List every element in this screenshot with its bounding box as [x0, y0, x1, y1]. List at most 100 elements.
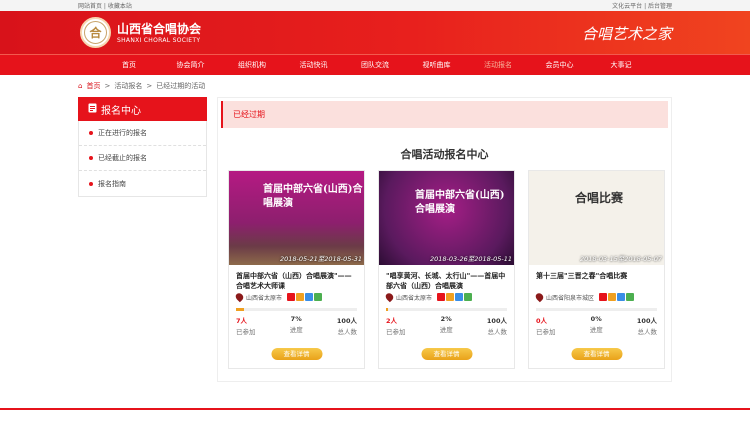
nav-item-events[interactable]: 大事记 [590, 55, 652, 75]
progress-bar [386, 308, 507, 311]
view-details-button[interactable]: 查看详情 [571, 348, 622, 360]
footer-divider [0, 408, 750, 410]
event-title[interactable]: 第十三届"三晋之春"合唱比赛 [529, 265, 664, 291]
location-text: 山西省太原市 [246, 294, 283, 302]
main-content: 已经过期 合唱活动报名中心 首届中部六省(山西)合唱展演 2018-05-21至… [217, 97, 672, 382]
joined-label: 已参加 [386, 328, 406, 336]
sidebar-header: 报名中心 [78, 97, 207, 121]
event-location: 山西省阳泉市城区 [529, 291, 664, 303]
total-label: 总人数 [487, 328, 507, 336]
joined-label: 已参加 [536, 328, 556, 336]
event-card[interactable]: 合唱比赛 2018-03-15至2018-05-07 第十三届"三晋之春"合唱比… [528, 170, 665, 369]
progress-label: 进度 [289, 326, 303, 334]
qq-icon[interactable] [455, 293, 464, 301]
event-card[interactable]: 首届中部六省(山西)合唱展演 2018-05-21至2018-05-31 首届中… [228, 170, 365, 369]
progress-label: 进度 [589, 326, 603, 334]
event-date-range: 2018-03-15至2018-05-07 [579, 255, 662, 263]
total-label: 总人数 [337, 328, 357, 336]
event-location: 山西省太原市 [229, 291, 364, 303]
breadcrumb-separator: > [146, 82, 153, 90]
location-text: 山西省阳泉市城区 [546, 294, 595, 302]
event-title[interactable]: "唱享黄河、长城、太行山"——首届中部六省（山西）合唱展演 [379, 265, 514, 291]
location-text: 山西省太原市 [396, 294, 433, 302]
sidebar-item-label: 报名指南 [98, 179, 126, 188]
document-icon [88, 103, 97, 116]
home-icon: ⌂ [78, 82, 83, 90]
site-name: 山西省合唱协会 [117, 22, 202, 36]
top-utility-bar: 网站首页 | 收藏本站 文化云平台 | 后台管理 [0, 0, 750, 11]
weibo-icon[interactable] [287, 293, 296, 301]
wechat-icon[interactable] [626, 293, 635, 301]
qzone-icon[interactable] [446, 293, 455, 301]
breadcrumb-level1[interactable]: 活动报名 [114, 81, 142, 91]
event-card[interactable]: 首届中部六省(山西)合唱展演 2018-03-26至2018-05-11 "唱享… [378, 170, 515, 369]
poster-text: 合唱比赛 [575, 191, 624, 205]
event-title[interactable]: 首届中部六省（山西）合唱展演"——合唱艺术大师课 [229, 265, 364, 291]
progress-value: 7% [290, 315, 302, 323]
joined-label: 已参加 [236, 328, 256, 336]
sidebar-item-guide[interactable]: 报名指南 [79, 171, 206, 196]
total-count: 100人 [336, 317, 357, 325]
nav-item-library[interactable]: 视听曲库 [406, 55, 468, 75]
progress-bar [536, 308, 657, 311]
event-date-range: 2018-03-26至2018-05-11 [429, 255, 512, 263]
sidebar-item-closed[interactable]: 已经截止的报名 [79, 146, 206, 171]
progress-label: 进度 [439, 326, 453, 334]
sidebar-item-label: 正在进行的报名 [98, 129, 147, 137]
nav-item-news[interactable]: 活动快讯 [283, 55, 345, 75]
qq-icon[interactable] [305, 293, 314, 301]
event-poster[interactable]: 首届中部六省(山西)合唱展演 2018-05-21至2018-05-31 [229, 171, 364, 265]
nav-item-organization[interactable]: 组织机构 [221, 55, 283, 75]
top-links-right[interactable]: 文化云平台 | 后台管理 [612, 1, 672, 10]
progress-value: 0% [590, 315, 602, 323]
qzone-icon[interactable] [608, 293, 617, 301]
event-poster[interactable]: 合唱比赛 2018-03-15至2018-05-07 [529, 171, 664, 265]
site-name-en: SHANXI CHORAL SOCIETY [117, 37, 201, 44]
site-slogan: 合唱艺术之家 [581, 25, 672, 43]
joined-count: 7人 [236, 317, 248, 325]
view-details-button[interactable]: 查看详情 [271, 348, 322, 360]
qq-icon[interactable] [617, 293, 626, 301]
poster-text: 首届中部六省(山西)合唱展演 [415, 190, 505, 215]
progress-bar [236, 308, 357, 311]
page-title: 合唱活动报名中心 [400, 148, 489, 161]
event-stats: 0人 已参加 0% 进度 100人 总人数 [529, 311, 664, 336]
nav-item-home[interactable]: 首页 [98, 55, 160, 75]
view-details-button[interactable]: 查看详情 [421, 348, 472, 360]
sidebar-list: 正在进行的报名 已经截止的报名 报名指南 [78, 121, 207, 197]
logo-icon[interactable]: 合 [80, 17, 111, 48]
progress-fill [236, 308, 245, 311]
card-list: 首届中部六省(山西)合唱展演 2018-05-21至2018-05-31 首届中… [228, 170, 665, 369]
wechat-icon[interactable] [314, 293, 323, 301]
qzone-icon[interactable] [296, 293, 305, 301]
nav-item-teams[interactable]: 团队交流 [344, 55, 406, 75]
event-date-range: 2018-05-21至2018-05-31 [279, 255, 362, 263]
top-links-left[interactable]: 网站首页 | 收藏本站 [78, 1, 132, 10]
section-header: 已经过期 [221, 101, 668, 128]
nav-item-about[interactable]: 协会简介 [160, 55, 222, 75]
sidebar-title: 报名中心 [101, 105, 141, 117]
breadcrumb-separator: > [104, 82, 111, 90]
total-count: 100人 [486, 317, 507, 325]
progress-value: 2% [440, 315, 452, 323]
weibo-icon[interactable] [437, 293, 446, 301]
sidebar-item-label: 已经截止的报名 [98, 154, 147, 162]
wechat-icon[interactable] [464, 293, 473, 301]
nav-item-members[interactable]: 会员中心 [529, 55, 591, 75]
main-nav: 首页 协会简介 组织机构 活动快讯 团队交流 视听曲库 活动报名 会员中心 大事… [0, 54, 750, 75]
weibo-icon[interactable] [599, 293, 608, 301]
bullet-icon [89, 131, 93, 135]
event-stats: 7人已参加 7% 进度 100人总人数 [229, 311, 364, 336]
nav-item-registration[interactable]: 活动报名 [467, 55, 529, 75]
event-stats: 2人已参加 2% 进度 100人总人数 [379, 311, 514, 336]
event-poster[interactable]: 首届中部六省(山西)合唱展演 2018-03-26至2018-05-11 [379, 171, 514, 265]
breadcrumb-home[interactable]: 首页 [86, 81, 100, 91]
site-banner: 合 山西省合唱协会 SHANXI CHORAL SOCIETY 合唱艺术之家 [0, 11, 750, 54]
sidebar-item-ongoing[interactable]: 正在进行的报名 [79, 121, 206, 146]
joined-count: 2人 [386, 317, 398, 325]
breadcrumb-current: 已经过期的活动 [156, 82, 206, 90]
logo-glyph: 合 [84, 21, 107, 44]
bullet-icon [89, 181, 93, 186]
sidebar: 报名中心 正在进行的报名 已经截止的报名 报名指南 [78, 97, 207, 197]
location-pin-icon [234, 291, 245, 303]
